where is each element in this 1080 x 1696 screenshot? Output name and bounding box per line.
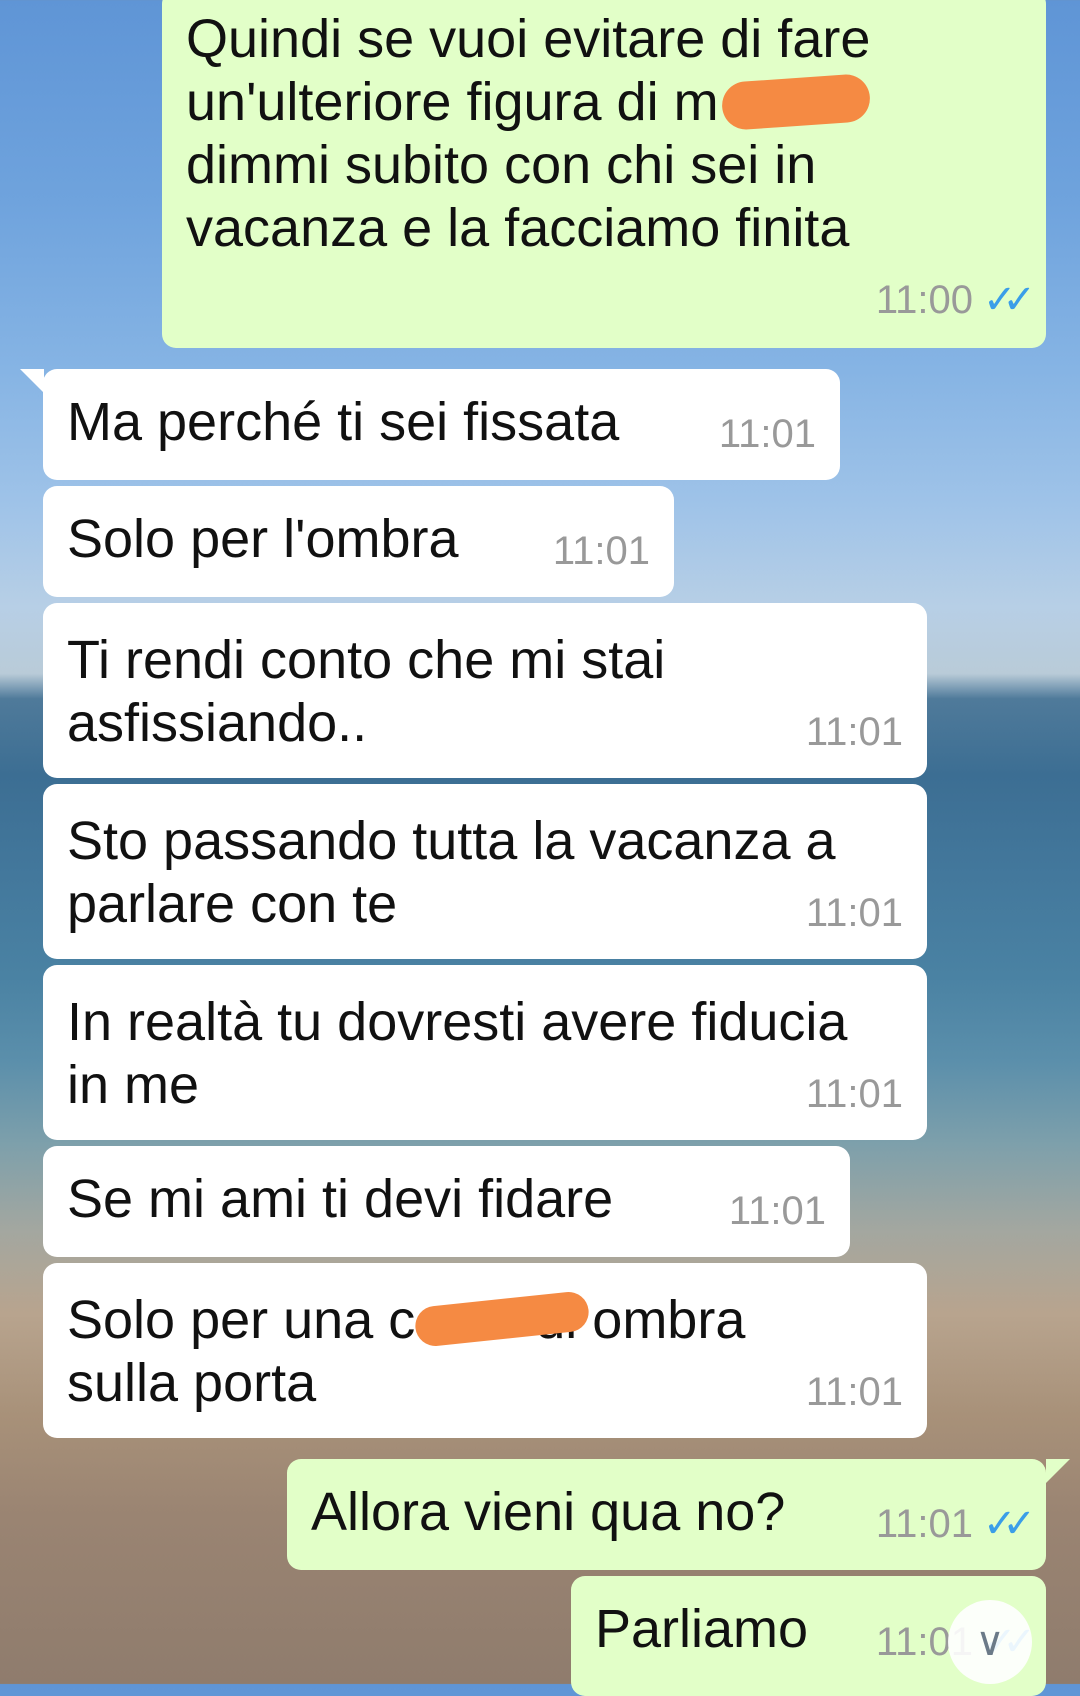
message-time: 11:01 xyxy=(805,1072,903,1116)
message-meta: 11:01 xyxy=(806,1063,903,1126)
message-meta: 11:01 xyxy=(806,1361,903,1424)
bubble-tail xyxy=(20,369,44,393)
message-bubble-incoming[interactable]: Ti rendi conto che mi stai asfissiando..… xyxy=(43,603,927,778)
message-time: 11:01 xyxy=(728,1189,826,1233)
message-meta: 11:01 xyxy=(806,882,903,945)
message-time: 11:00 xyxy=(875,278,973,322)
message-meta: 11:01 xyxy=(553,520,650,583)
message-text: In realtà tu dovresti avere fiducia in m… xyxy=(67,992,848,1115)
double-check-icon: ✓✓ xyxy=(982,278,1036,322)
message-time: 11:01 xyxy=(805,710,903,754)
bubble-tail xyxy=(1046,1459,1070,1483)
message-meta: 11:00 ✓✓ xyxy=(875,269,1036,332)
message-time: 11:01 xyxy=(805,891,903,935)
message-bubble-incoming[interactable]: Ma perché ti sei fissata 11:01 xyxy=(43,369,840,480)
message-time: 11:01 xyxy=(805,1370,903,1414)
message-meta: 11:01 xyxy=(806,701,903,764)
message-time: 11:01 xyxy=(552,529,650,573)
chat-view[interactable]: Quindi se vuoi evitare di fare un'ulteri… xyxy=(0,0,1080,1696)
message-text: Parliamo xyxy=(595,1599,809,1659)
message-bubble-incoming[interactable]: Se mi ami ti devi fidare 11:01 xyxy=(43,1146,850,1257)
message-meta: 11:01 xyxy=(719,403,816,466)
message-meta: 11:01 ✓✓ xyxy=(875,1493,1036,1556)
message-text: Solo per l'ombra xyxy=(67,509,459,569)
message-text: Quindi se vuoi evitare di fare un'ulteri… xyxy=(186,9,871,258)
message-bubble-incoming[interactable]: Solo per una c di ombra sulla porta 11:0… xyxy=(43,1263,927,1438)
message-text: Se mi ami ti devi fidare xyxy=(67,1169,614,1229)
message-text: Ma perché ti sei fissata xyxy=(67,392,620,452)
message-text: Ti rendi conto che mi stai asfissiando.. xyxy=(67,630,666,753)
message-bubble-incoming[interactable]: In realtà tu dovresti avere fiducia in m… xyxy=(43,965,927,1140)
message-text: Allora vieni qua no? xyxy=(311,1482,786,1542)
message-bubble-outgoing[interactable]: Allora vieni qua no? 11:01 ✓✓ xyxy=(287,1459,1046,1570)
message-time: 11:01 xyxy=(718,412,816,456)
chevron-down-icon: ∨ xyxy=(975,1620,1005,1664)
double-check-icon: ✓✓ xyxy=(982,1502,1036,1546)
message-bubble-incoming[interactable]: Solo per l'ombra 11:01 xyxy=(43,486,674,597)
message-bubble-incoming[interactable]: Sto passando tutta la vacanza a parlare … xyxy=(43,784,927,959)
message-text: Solo per una c di ombra sulla porta xyxy=(67,1290,746,1413)
message-text: Sto passando tutta la vacanza a parlare … xyxy=(67,811,836,934)
message-meta: 11:01 xyxy=(729,1180,826,1243)
message-time: 11:01 xyxy=(875,1502,973,1546)
message-bubble-outgoing[interactable]: Quindi se vuoi evitare di fare un'ulteri… xyxy=(162,0,1046,348)
scroll-to-bottom-button[interactable]: ∨ xyxy=(948,1600,1032,1684)
